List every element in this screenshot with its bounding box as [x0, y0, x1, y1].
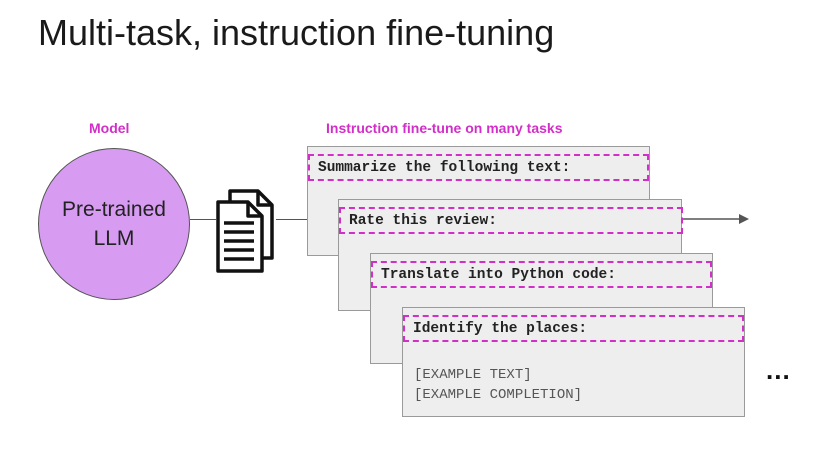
llm-label-line1: Pre-trained: [62, 198, 166, 221]
instruction-box: Summarize the following text:: [308, 154, 649, 181]
connector-line-docs-to-tasks: [276, 219, 307, 220]
model-label: Model: [89, 120, 130, 136]
llm-label-line2: LLM: [93, 227, 135, 250]
page-title: Multi-task, instruction fine-tuning: [38, 12, 555, 53]
instruction-box: Identify the places:: [403, 315, 744, 342]
more-tasks-ellipsis: ...: [766, 355, 791, 385]
arrow-right-icon: [681, 214, 749, 224]
example-block: [EXAMPLE TEXT] [EXAMPLE COMPLETION]: [414, 365, 582, 405]
instruction-box: Rate this review:: [339, 207, 683, 234]
tasks-label: Instruction fine-tune on many tasks: [326, 120, 563, 136]
example-completion: [EXAMPLE COMPLETION]: [414, 387, 583, 403]
example-text: [EXAMPLE TEXT]: [414, 367, 532, 383]
documents-icon: [216, 189, 274, 273]
connector-line-llm-to-docs: [190, 219, 216, 220]
task-card-4: Identify the places: [EXAMPLE TEXT] [EXA…: [402, 307, 745, 417]
pretrained-llm-node: Pre-trained LLM: [38, 148, 190, 300]
instruction-box: Translate into Python code:: [371, 261, 712, 288]
